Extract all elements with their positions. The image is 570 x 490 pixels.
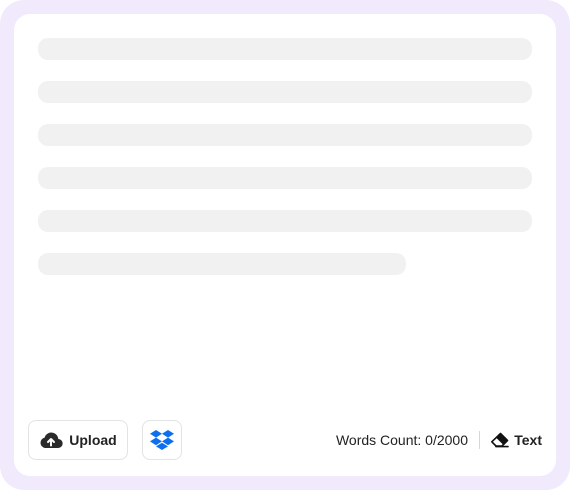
text-editor-card[interactable]: Upload Words Count: 0/2000 Text (14, 14, 556, 476)
dropbox-icon (150, 429, 174, 451)
upload-label: Upload (69, 432, 117, 448)
skeleton-line (38, 253, 406, 275)
skeleton-line (38, 124, 532, 146)
editor-footer: Upload Words Count: 0/2000 Text (28, 420, 542, 460)
skeleton-line (38, 81, 532, 103)
skeleton-line (38, 167, 532, 189)
words-count: Words Count: 0/2000 (335, 432, 468, 448)
footer-divider (479, 431, 480, 449)
cloud-upload-icon (39, 431, 63, 449)
clear-text-label: Text (514, 432, 542, 448)
dropbox-button[interactable] (142, 420, 182, 460)
skeleton-line (38, 38, 532, 60)
editor-frame: Upload Words Count: 0/2000 Text (0, 0, 570, 490)
eraser-icon (490, 432, 510, 448)
upload-button[interactable]: Upload (28, 420, 128, 460)
clear-text-button[interactable]: Text (490, 420, 542, 460)
skeleton-line (38, 210, 532, 232)
